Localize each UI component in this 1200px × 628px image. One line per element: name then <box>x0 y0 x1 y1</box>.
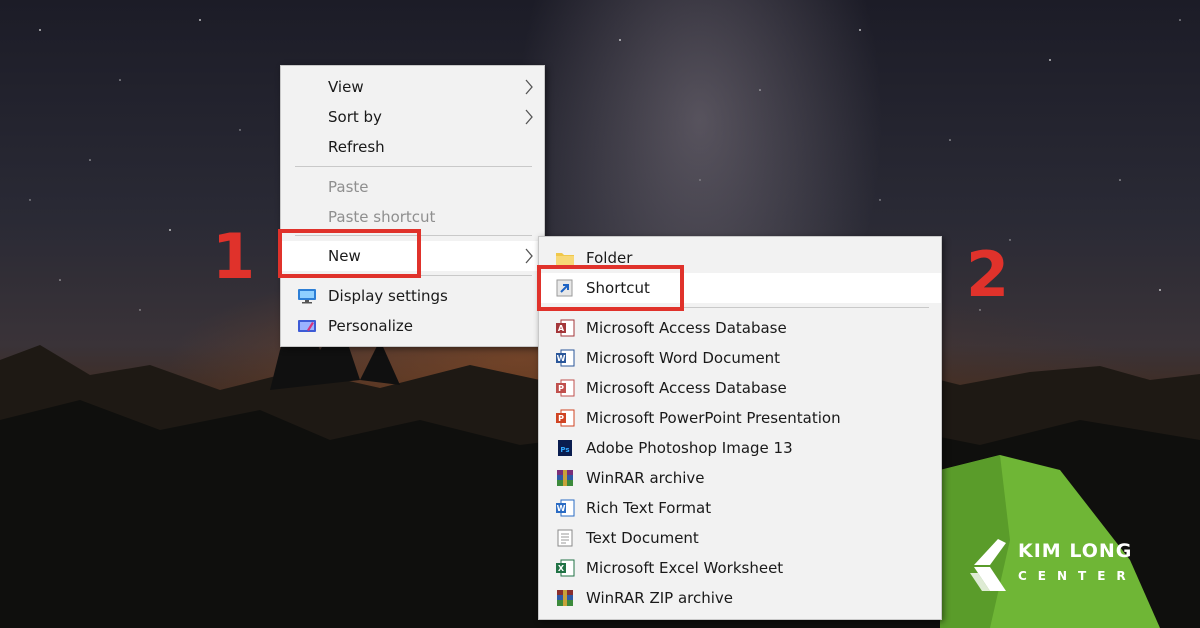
menu-item-refresh[interactable]: Refresh <box>281 132 544 162</box>
brand-logo-mark <box>970 539 1006 591</box>
submenu-item-photoshop[interactable]: Ps Adobe Photoshop Image 13 <box>539 433 941 463</box>
word-icon: W <box>556 349 575 367</box>
menu-separator <box>295 166 532 167</box>
svg-text:A: A <box>558 324 565 333</box>
excel-icon: X <box>556 559 575 577</box>
step-number-1: 1 <box>212 220 256 293</box>
menu-item-sort-by[interactable]: Sort by <box>281 102 544 132</box>
winrar-icon <box>557 470 573 486</box>
brand-name-line1: KIM LONG <box>1018 540 1133 562</box>
text-document-icon <box>557 529 573 547</box>
access-icon: A <box>556 319 575 337</box>
submenu-item-powerpoint[interactable]: P Microsoft PowerPoint Presentation <box>539 403 941 433</box>
submenu-item-access-database[interactable]: A Microsoft Access Database <box>539 313 941 343</box>
step-number-2: 2 <box>966 238 1010 311</box>
highlight-shortcut <box>537 265 684 311</box>
wordpad-icon: W <box>556 499 575 517</box>
menu-item-view[interactable]: View <box>281 72 544 102</box>
svg-text:W: W <box>557 354 566 363</box>
chevron-right-icon <box>525 79 533 95</box>
personalize-icon <box>298 320 316 332</box>
svg-text:W: W <box>557 504 566 513</box>
submenu-item-rich-text[interactable]: W Rich Text Format <box>539 493 941 523</box>
powerpoint-icon: P <box>556 409 575 427</box>
chevron-right-icon <box>525 109 533 125</box>
desktop-context-menu: View Sort by Refresh Paste Paste shortcu… <box>280 65 545 347</box>
menu-item-display-settings[interactable]: Display settings <box>281 281 544 311</box>
submenu-item-winrar-zip[interactable]: WinRAR ZIP archive <box>539 583 941 613</box>
photoshop-icon: Ps <box>558 440 572 456</box>
highlight-new <box>278 229 421 278</box>
submenu-item-excel[interactable]: X Microsoft Excel Worksheet <box>539 553 941 583</box>
access-icon: P <box>556 379 575 397</box>
winrar-zip-icon <box>557 590 573 606</box>
submenu-item-word-document[interactable]: W Microsoft Word Document <box>539 343 941 373</box>
menu-item-paste[interactable]: Paste <box>281 172 544 202</box>
submenu-item-text-document[interactable]: Text Document <box>539 523 941 553</box>
svg-text:P: P <box>558 414 564 423</box>
chevron-right-icon <box>525 248 533 264</box>
menu-item-paste-shortcut[interactable]: Paste shortcut <box>281 202 544 232</box>
submenu-item-access-database-2[interactable]: P Microsoft Access Database <box>539 373 941 403</box>
display-icon <box>298 289 316 304</box>
svg-text:X: X <box>558 564 565 573</box>
brand-name-line2: CENTER <box>1018 569 1137 583</box>
svg-text:P: P <box>558 384 564 393</box>
brand-logo: KIM LONG CENTER <box>966 535 1176 595</box>
menu-item-personalize[interactable]: Personalize <box>281 311 544 341</box>
svg-text:Ps: Ps <box>560 446 569 454</box>
submenu-item-winrar[interactable]: WinRAR archive <box>539 463 941 493</box>
